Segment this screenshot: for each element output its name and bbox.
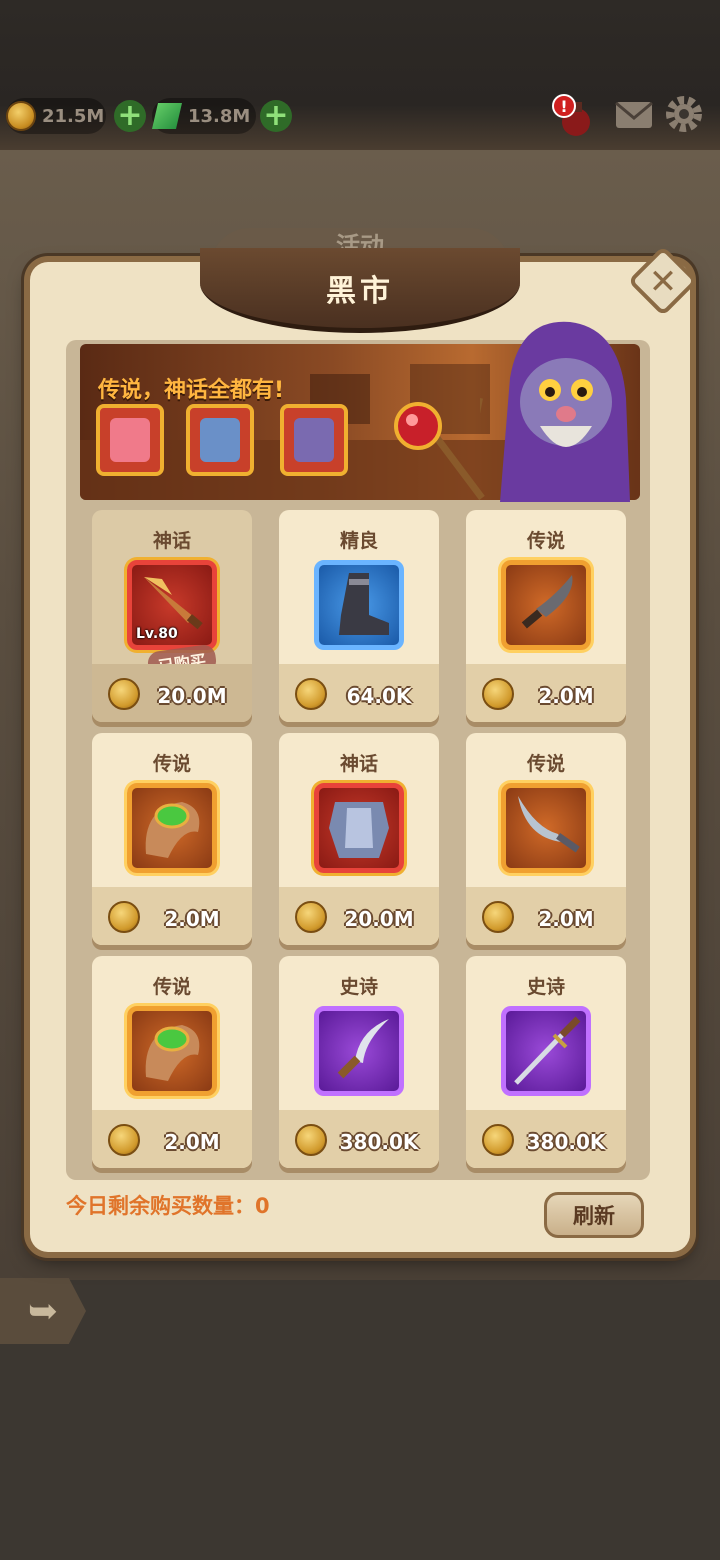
- add-gold-button[interactable]: +: [114, 100, 146, 132]
- shop-item-card[interactable]: 传说 2.0M: [466, 510, 626, 722]
- shop-item-card[interactable]: 史诗 380.0K: [466, 956, 626, 1168]
- item-price: 2.0M: [164, 907, 220, 931]
- green-gem-horn-icon: [127, 783, 217, 873]
- banner-item-blade: [186, 404, 254, 476]
- gold-coin-icon: [108, 1124, 140, 1156]
- item-rarity: 神话: [339, 753, 378, 775]
- shop-item-card[interactable]: 传说 2.0M: [92, 956, 252, 1168]
- item-price: 380.0K: [339, 1130, 419, 1154]
- item-rarity: 传说: [152, 976, 191, 998]
- merchant-wizard-icon: [457, 318, 640, 503]
- item-rarity: 精良: [339, 530, 378, 552]
- item-price: 2.0M: [538, 907, 594, 931]
- gold-coin-icon: [482, 1124, 514, 1156]
- bottom-area: [0, 1280, 720, 1560]
- stiletto-icon: [501, 1006, 591, 1096]
- return-arrow-icon: ➥: [27, 1290, 59, 1332]
- item-price: 20.0M: [344, 907, 414, 931]
- svg-text:!: !: [560, 97, 567, 116]
- chest-armor-icon: [294, 418, 334, 462]
- refresh-button[interactable]: 刷新: [544, 1192, 644, 1238]
- gold-coin-icon: [295, 1124, 327, 1156]
- item-rarity: 史诗: [339, 976, 378, 998]
- item-rarity: 传说: [152, 753, 191, 775]
- alert-potion-icon[interactable]: !: [552, 94, 592, 136]
- banner-item-armor: [280, 404, 348, 476]
- mail-icon[interactable]: [614, 94, 654, 134]
- gold-coin-icon: [108, 678, 140, 710]
- item-rarity: 传说: [526, 530, 565, 552]
- crescent-blade-icon: [200, 418, 240, 462]
- heart-scepter-icon: [110, 418, 150, 462]
- item-level: Lv.80: [136, 626, 178, 642]
- banner-item-scepter: [96, 404, 164, 476]
- shop-item-card[interactable]: 史诗 380.0K: [279, 956, 439, 1168]
- shop-item-card[interactable]: 精良 64.0K: [279, 510, 439, 722]
- close-icon[interactable]: ✕: [638, 258, 688, 308]
- top-resource-bar: [0, 0, 720, 150]
- armor-icon: [314, 783, 404, 873]
- gold-counter: 21.5M: [6, 98, 106, 134]
- hook-blade-icon: [314, 1006, 404, 1096]
- shop-item-card[interactable]: 传说 2.0M: [92, 733, 252, 945]
- green-gem-horn-icon: [127, 1006, 217, 1096]
- gem-amount: 13.8M: [188, 105, 251, 127]
- item-rarity: 史诗: [526, 976, 565, 998]
- item-price: 2.0M: [164, 1130, 220, 1154]
- banner-slogan: 传说，神话全都有!: [98, 378, 285, 403]
- gold-coin-icon: [295, 678, 327, 710]
- shop-item-card[interactable]: 神话 20.0M: [279, 733, 439, 945]
- boot-icon: [314, 560, 404, 650]
- gem-counter: 13.8M: [152, 98, 256, 134]
- gold-coin-icon: [6, 101, 36, 131]
- curved-blade-icon: [501, 783, 591, 873]
- gold-coin-icon: [482, 901, 514, 933]
- item-price: 2.0M: [538, 684, 594, 708]
- staff-orb-icon: [394, 402, 485, 500]
- serrated-dagger-icon: [501, 560, 591, 650]
- panel-title: 黑市: [326, 274, 394, 309]
- item-rarity: 传说: [526, 753, 565, 775]
- item-price: 64.0K: [346, 684, 412, 708]
- item-price: 380.0K: [526, 1130, 606, 1154]
- green-gem-icon: [152, 103, 182, 129]
- shop-item-card[interactable]: 传说 2.0M: [466, 733, 626, 945]
- gold-coin-icon: [482, 678, 514, 710]
- gear-icon[interactable]: [664, 94, 704, 134]
- gold-coin-icon: [295, 901, 327, 933]
- item-price: 20.0M: [157, 684, 227, 708]
- add-gem-button[interactable]: +: [260, 100, 292, 132]
- shop-item-card[interactable]: 神话 Lv.80 已购买 20.0M: [92, 510, 252, 722]
- back-arrow-button[interactable]: ➥: [0, 1278, 86, 1344]
- gold-coin-icon: [108, 901, 140, 933]
- item-rarity: 神话: [152, 530, 191, 552]
- remaining-purchases: 今日剩余购买数量：0: [66, 1194, 270, 1218]
- gold-amount: 21.5M: [42, 105, 105, 127]
